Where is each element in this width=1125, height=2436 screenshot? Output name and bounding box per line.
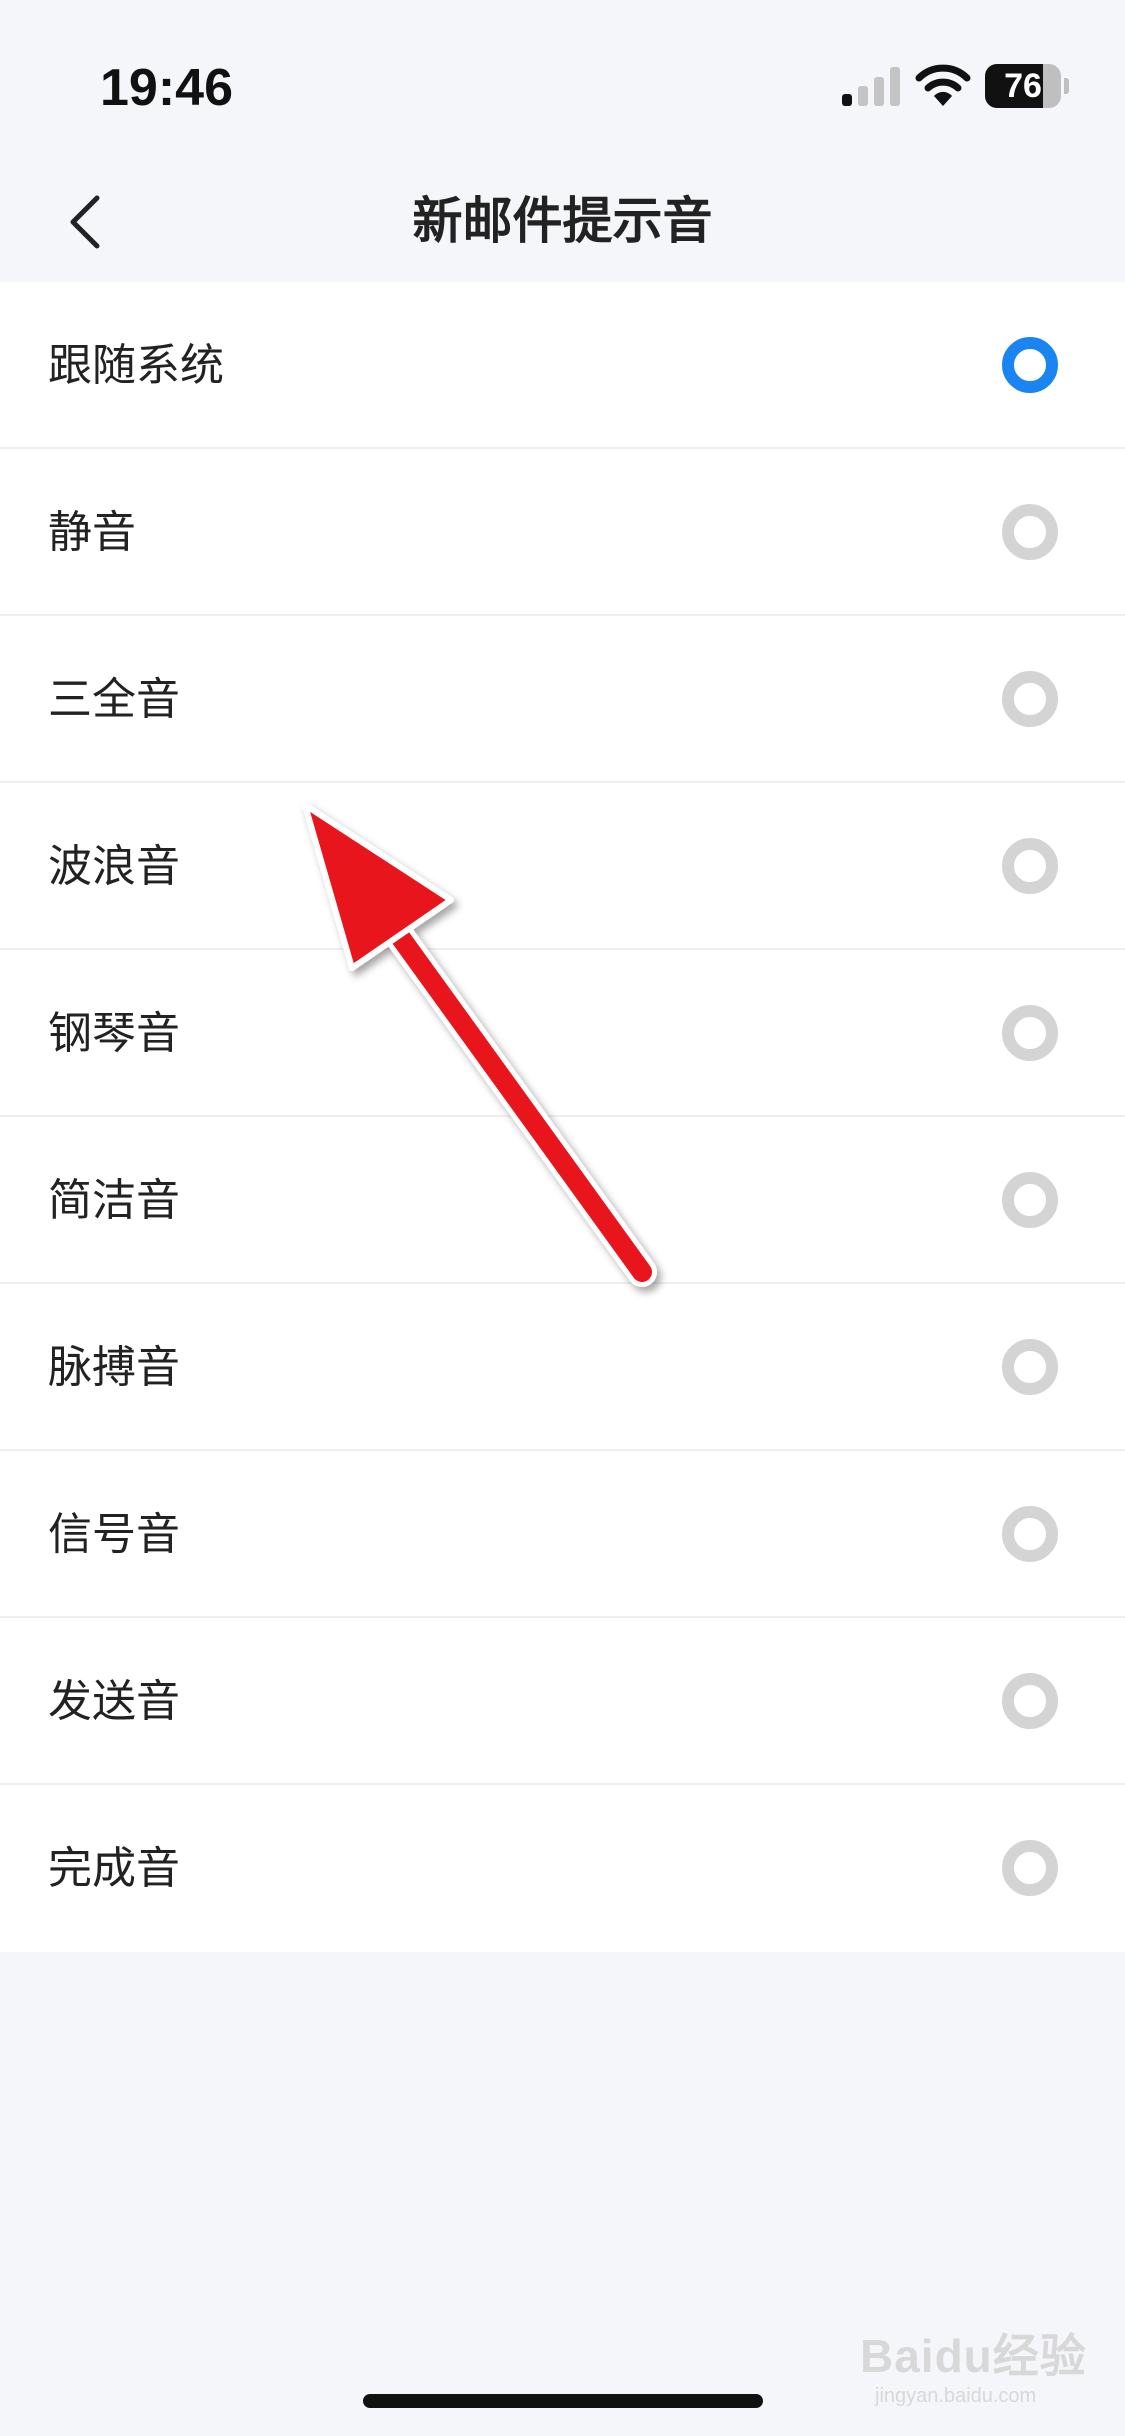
sound-option-label: 三全音 bbox=[48, 674, 180, 725]
battery-icon: 76 bbox=[985, 64, 1069, 108]
wifi-icon bbox=[915, 64, 971, 106]
battery-level: 76 bbox=[1004, 67, 1042, 105]
radio-unselected-icon[interactable] bbox=[1002, 1339, 1058, 1395]
chevron-left-icon bbox=[70, 195, 100, 249]
home-indicator[interactable] bbox=[363, 2394, 763, 2408]
sound-option-row[interactable]: 信号音 bbox=[0, 1451, 1125, 1618]
radio-unselected-icon[interactable] bbox=[1002, 1005, 1058, 1061]
sound-option-label: 完成音 bbox=[48, 1843, 180, 1894]
radio-unselected-icon[interactable] bbox=[1002, 838, 1058, 894]
sound-option-label: 发送音 bbox=[48, 1676, 180, 1727]
sound-option-label: 波浪音 bbox=[48, 841, 180, 892]
sound-option-row[interactable]: 脉搏音 bbox=[0, 1284, 1125, 1451]
radio-unselected-icon[interactable] bbox=[1002, 1673, 1058, 1729]
sound-option-row[interactable]: 完成音 bbox=[0, 1785, 1125, 1952]
battery-body: 76 bbox=[985, 64, 1061, 108]
sound-option-label: 脉搏音 bbox=[48, 1342, 180, 1393]
battery-tip bbox=[1064, 78, 1069, 94]
status-time: 19:46 bbox=[100, 59, 233, 117]
sound-option-row[interactable]: 三全音 bbox=[0, 616, 1125, 783]
radio-unselected-icon[interactable] bbox=[1002, 504, 1058, 560]
sound-option-label: 静音 bbox=[48, 507, 136, 558]
status-bar: 19:46 76 bbox=[0, 0, 1125, 160]
watermark-logo: Baidu经验 bbox=[860, 2330, 1087, 2382]
page-title: 新邮件提示音 bbox=[412, 192, 713, 250]
cellular-signal-icon bbox=[842, 67, 900, 106]
sound-option-row[interactable]: 发送音 bbox=[0, 1618, 1125, 1785]
radio-unselected-icon[interactable] bbox=[1002, 1172, 1058, 1228]
sound-option-row[interactable]: 静音 bbox=[0, 449, 1125, 616]
back-button[interactable] bbox=[50, 184, 120, 260]
sound-option-label: 简洁音 bbox=[48, 1175, 180, 1226]
radio-unselected-icon[interactable] bbox=[1002, 1506, 1058, 1562]
sound-option-row[interactable]: 钢琴音 bbox=[0, 950, 1125, 1117]
sound-option-row[interactable]: 波浪音 bbox=[0, 783, 1125, 950]
sound-option-row[interactable]: 简洁音 bbox=[0, 1117, 1125, 1284]
radio-unselected-icon[interactable] bbox=[1002, 1840, 1058, 1896]
sound-option-label: 钢琴音 bbox=[48, 1008, 180, 1059]
watermark-domain: jingyan.baidu.com bbox=[875, 2385, 1037, 2407]
radio-selected-icon[interactable] bbox=[1002, 337, 1058, 393]
sound-option-label: 跟随系统 bbox=[48, 340, 224, 391]
sound-option-row[interactable]: 跟随系统 bbox=[0, 282, 1125, 449]
navigation-bar: 新邮件提示音 bbox=[0, 160, 1125, 282]
radio-unselected-icon[interactable] bbox=[1002, 671, 1058, 727]
sound-options-list: 跟随系统静音三全音波浪音钢琴音简洁音脉搏音信号音发送音完成音 bbox=[0, 282, 1125, 1952]
sound-option-label: 信号音 bbox=[48, 1509, 180, 1560]
